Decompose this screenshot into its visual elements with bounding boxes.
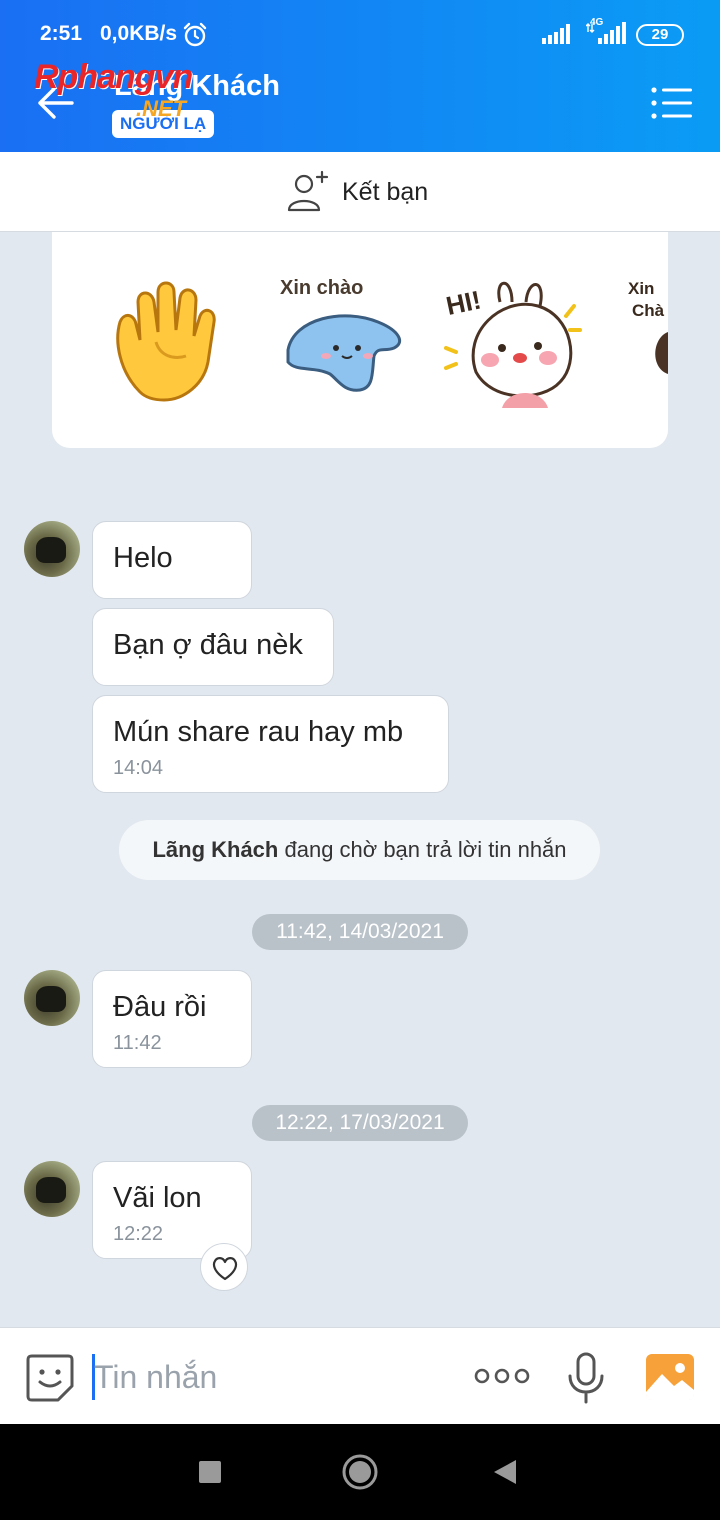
date-separator: 11:42, 14/03/2021	[252, 914, 468, 950]
home-button[interactable]	[340, 1452, 380, 1492]
add-user-icon	[287, 170, 329, 212]
image-gallery-icon[interactable]	[644, 1352, 696, 1402]
status-bar: 2:51 0,0KB/s 4G 29	[0, 0, 720, 60]
svg-text:Xin chào: Xin chào	[280, 277, 363, 299]
add-friend-label: Kết bạn	[342, 177, 429, 206]
message-bubble[interactable]: Bạn ợ đâu nèk	[92, 608, 334, 686]
message-time: 12:22	[113, 1223, 164, 1245]
battery-indicator: 29	[636, 24, 684, 46]
message-text: Bạn ợ đâu nèk	[113, 629, 303, 661]
message-text: Mún share rau hay mb	[113, 716, 404, 748]
add-friend-bar: Kết bạn	[0, 152, 720, 232]
alarm-icon	[183, 22, 207, 47]
message-bubble[interactable]: Đâu rồi 11:42	[92, 970, 252, 1068]
recent-apps-button[interactable]	[198, 1452, 222, 1492]
status-speed: 0,0KB/s	[100, 22, 178, 45]
date-separator: 12:22, 17/03/2021	[252, 1105, 468, 1141]
contact-avatar[interactable]	[24, 521, 80, 577]
svg-text:Chà: Chà	[632, 301, 665, 320]
add-friend-button[interactable]: Kết bạn	[286, 168, 428, 216]
svg-text:Xin: Xin	[628, 279, 654, 298]
heart-icon	[212, 1257, 238, 1281]
wave-hand-sticker[interactable]	[100, 272, 240, 412]
react-heart-button[interactable]	[200, 1243, 248, 1291]
message-text: Vãi lon	[113, 1182, 202, 1214]
message-input[interactable]	[94, 1350, 454, 1404]
system-navbar	[0, 1424, 720, 1520]
sticker-emoji-icon[interactable]	[24, 1352, 76, 1404]
signal-4g-icon	[586, 22, 626, 44]
chat-header: 2:51 0,0KB/s 4G 29 Lãng Khách NGƯỜI LẠ R…	[0, 0, 720, 152]
watermark-suffix: .NET	[136, 96, 187, 121]
menu-list-icon[interactable]	[650, 86, 694, 120]
contact-avatar[interactable]	[24, 1161, 80, 1217]
message-time: 14:04	[113, 757, 164, 779]
message-text: Helo	[113, 542, 173, 574]
microphone-icon[interactable]	[566, 1352, 606, 1404]
sticker-suggestions: Xin chào HI! Xin Chà	[52, 232, 668, 448]
notice-name: Lãng Khách	[152, 837, 279, 862]
svg-text:HI!: HI!	[443, 284, 483, 321]
message-composer	[0, 1327, 720, 1424]
xin-chao-sticker-partial[interactable]: Xin Chà	[622, 272, 668, 412]
message-text: Đâu rồi	[113, 991, 207, 1023]
notice-text: đang chờ bạn trả lời tin nhắn	[284, 837, 567, 862]
signal-icon	[542, 24, 570, 44]
status-time: 2:51	[40, 22, 83, 45]
message-bubble[interactable]: Mún share rau hay mb 14:04	[92, 695, 449, 793]
message-time: 11:42	[113, 1032, 162, 1054]
message-bubble[interactable]: Helo	[92, 521, 252, 599]
waiting-reply-notice: Lãng Khách đang chờ bạn trả lời tin nhắn	[119, 820, 600, 880]
hi-bunny-sticker[interactable]: HI!	[442, 272, 582, 412]
back-nav-button[interactable]	[490, 1452, 520, 1492]
contact-avatar[interactable]	[24, 970, 80, 1026]
watermark-logo: Rphangvn	[34, 58, 193, 96]
xin-chao-whale-sticker[interactable]: Xin chào	[274, 272, 414, 412]
more-options-icon[interactable]	[474, 1364, 530, 1388]
